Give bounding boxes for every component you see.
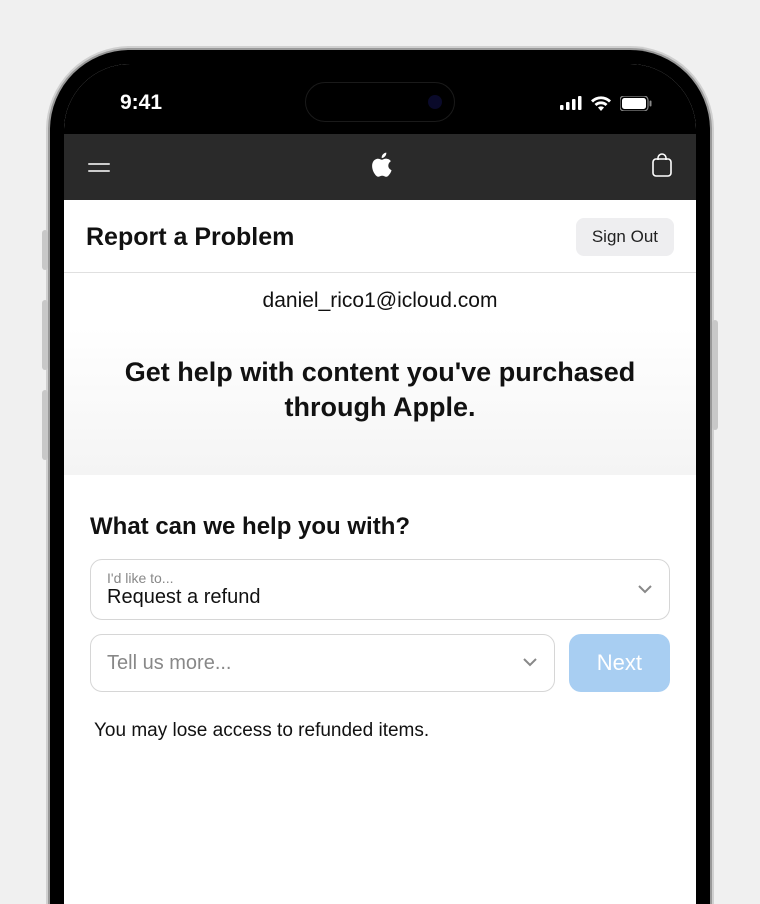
help-question: What can we help you with?	[90, 513, 670, 541]
select-value: Request a refund	[107, 586, 260, 609]
select-label: I'd like to...	[107, 570, 260, 586]
phone-side-button	[42, 230, 48, 270]
chevron-down-icon	[637, 581, 653, 599]
sign-out-button[interactable]: Sign Out	[576, 218, 674, 256]
shopping-bag-icon[interactable]	[652, 153, 672, 182]
wifi-icon	[590, 95, 612, 111]
hero-heading: Get help with content you've purchased t…	[104, 355, 656, 425]
request-type-select[interactable]: I'd like to... Request a refund	[90, 559, 670, 620]
phone-side-button	[712, 320, 718, 430]
phone-side-button	[42, 300, 48, 370]
phone-side-button	[42, 390, 48, 460]
reason-select[interactable]: Tell us more...	[90, 634, 555, 692]
battery-icon	[620, 96, 652, 111]
help-section: What can we help you with? I'd like to..…	[64, 475, 696, 742]
phone-frame: 9:41	[50, 50, 710, 904]
apple-logo-icon[interactable]	[370, 152, 392, 183]
page-header: Report a Problem Sign Out	[64, 200, 696, 273]
camera-dot	[428, 95, 442, 109]
phone-screen: 9:41	[64, 64, 696, 904]
next-button[interactable]: Next	[569, 634, 670, 692]
user-email: daniel_rico1@icloud.com	[64, 273, 696, 327]
nav-bar	[64, 134, 696, 200]
cellular-signal-icon	[560, 96, 582, 110]
hero-section: Get help with content you've purchased t…	[64, 327, 696, 475]
refund-warning: You may lose access to refunded items.	[90, 706, 670, 742]
page-title: Report a Problem	[86, 223, 294, 252]
status-icons	[560, 95, 660, 111]
menu-icon[interactable]	[88, 163, 110, 172]
select-placeholder: Tell us more...	[107, 652, 231, 675]
status-time: 9:41	[100, 91, 162, 115]
chevron-down-icon	[522, 654, 538, 672]
dynamic-island	[305, 82, 455, 122]
status-bar: 9:41	[64, 64, 696, 134]
